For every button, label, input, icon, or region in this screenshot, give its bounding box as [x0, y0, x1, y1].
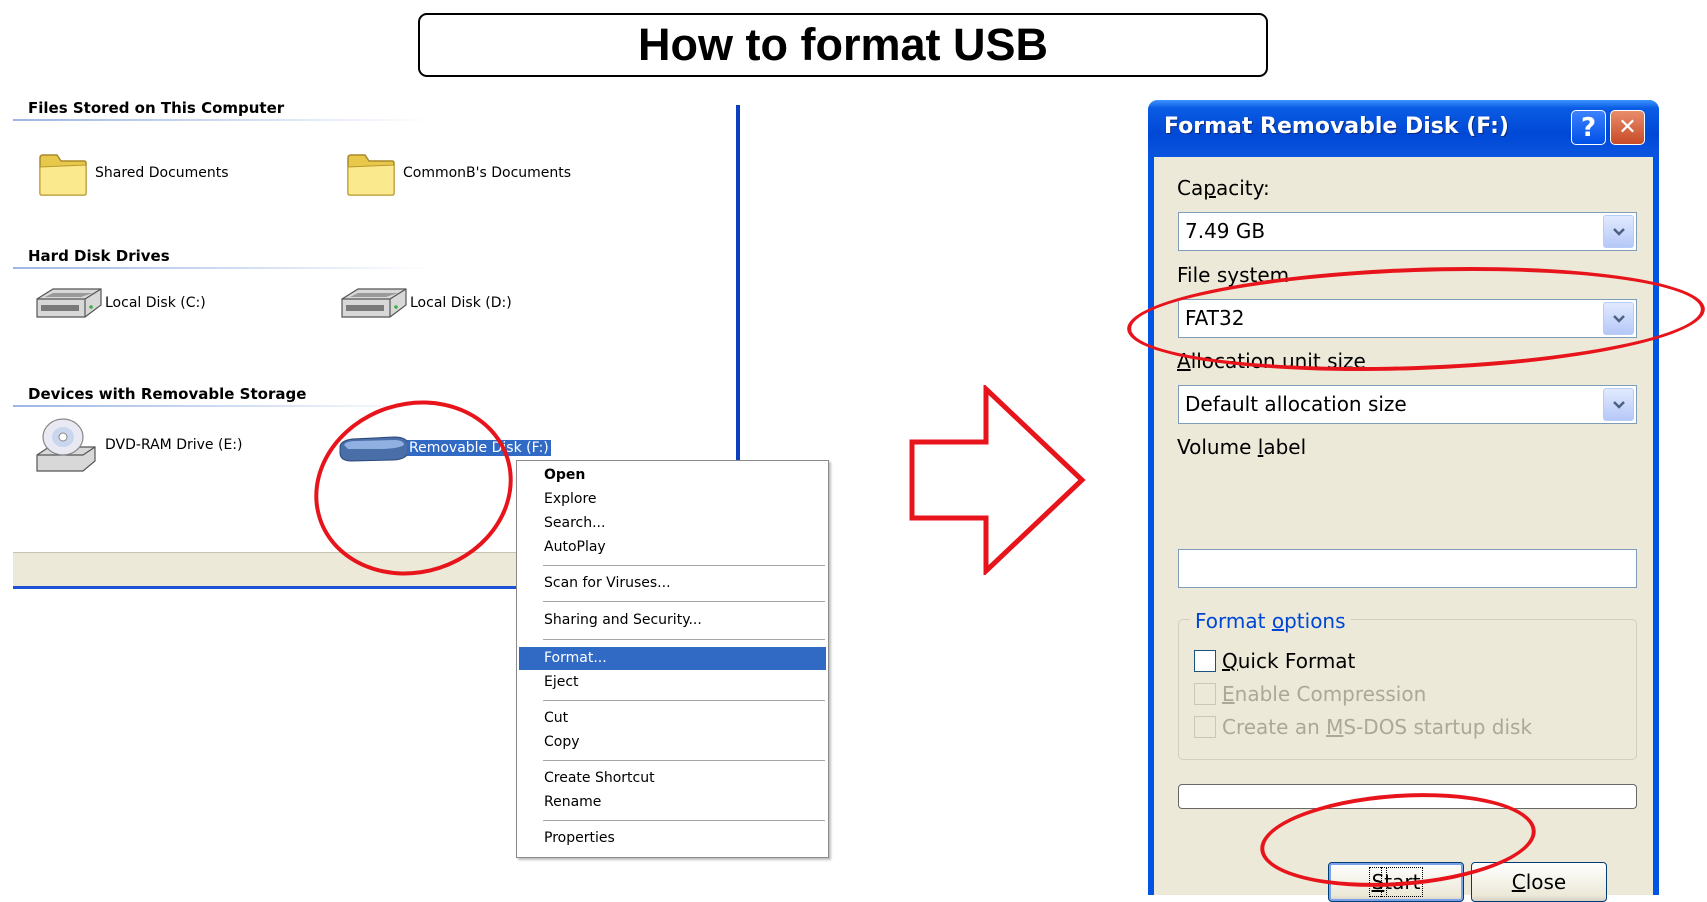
menu-item-sharing-security[interactable]: Sharing and Security... [519, 609, 826, 632]
close-icon: ✕ [1618, 115, 1637, 140]
dialog-title: Format Removable Disk (F:) [1164, 114, 1509, 139]
item-dvd-ram-drive[interactable]: DVD-RAM Drive (E:) [33, 417, 242, 473]
help-icon: ? [1580, 112, 1597, 143]
volume-label-label: Volume label [1177, 435, 1307, 459]
capacity-select[interactable]: 7.49 GB [1178, 212, 1637, 251]
folder-icon [39, 154, 87, 196]
folder-icon [347, 154, 395, 196]
menu-item-scan-for-viruses[interactable]: Scan for Viruses... [519, 572, 826, 595]
menu-item-autoplay[interactable]: AutoPlay [519, 536, 826, 559]
quick-format-checkbox[interactable]: Quick Format [1194, 649, 1355, 673]
item-label: Local Disk (D:) [410, 295, 512, 311]
item-label: Local Disk (C:) [105, 295, 206, 311]
item-local-disk-d[interactable]: Local Disk (D:) [338, 285, 512, 321]
item-commonb-documents[interactable]: CommonB's Documents [345, 149, 571, 197]
menu-item-explore[interactable]: Explore [519, 488, 826, 511]
format-dialog: Format Removable Disk (F:) ? ✕ Capacity:… [1148, 100, 1659, 902]
close-window-button[interactable]: ✕ [1610, 110, 1645, 145]
msdos-startup-checkbox: Create an MS-DOS startup disk [1194, 715, 1532, 739]
section-header-removable: Devices with Removable Storage [28, 385, 307, 403]
allocation-unit-select[interactable]: Default allocation size [1178, 385, 1637, 424]
section-header-hard-disks: Hard Disk Drives [28, 247, 170, 265]
chevron-down-icon[interactable] [1603, 388, 1634, 421]
menu-item-eject[interactable]: Eject [519, 671, 826, 694]
menu-item-search[interactable]: Search... [519, 512, 826, 535]
allocation-unit-value: Default allocation size [1185, 392, 1407, 416]
section-divider [13, 119, 433, 121]
item-label: CommonB's Documents [403, 165, 572, 181]
right-arrow-icon [909, 385, 1086, 575]
hard-disk-icon [341, 288, 407, 318]
item-label: DVD-RAM Drive (E:) [105, 437, 243, 453]
menu-item-rename[interactable]: Rename [519, 791, 826, 814]
capacity-value: 7.49 GB [1185, 219, 1266, 243]
item-label: Shared Documents [95, 165, 229, 181]
menu-separator [543, 565, 825, 566]
menu-separator [543, 639, 825, 640]
menu-item-open[interactable]: Open [519, 464, 826, 487]
menu-separator [543, 700, 825, 701]
checkbox-box[interactable] [1194, 650, 1216, 672]
checkbox-box [1194, 716, 1216, 738]
quick-format-label: Quick Format [1222, 649, 1356, 673]
menu-separator [543, 760, 825, 761]
capacity-label: Capacity: [1177, 176, 1270, 200]
section-divider [13, 267, 433, 269]
menu-item-properties[interactable]: Properties [519, 827, 826, 850]
menu-item-format[interactable]: Format... [519, 647, 826, 670]
close-button-label: Close [1511, 870, 1567, 894]
format-options-legend: Format options [1190, 609, 1351, 633]
page-title-banner: How to format USB [418, 13, 1268, 77]
enable-compression-checkbox: Enable Compression [1194, 682, 1426, 706]
context-menu: Open Explore Search... AutoPlay Scan for… [516, 460, 829, 858]
dvd-drive-icon [36, 418, 96, 472]
dialog-titlebar[interactable]: Format Removable Disk (F:) ? ✕ [1148, 100, 1659, 157]
menu-item-copy[interactable]: Copy [519, 731, 826, 754]
msdos-startup-label: Create an MS-DOS startup disk [1222, 715, 1533, 739]
item-shared-documents[interactable]: Shared Documents [37, 149, 229, 197]
section-divider [13, 405, 433, 407]
menu-separator [543, 820, 825, 821]
chevron-down-icon[interactable] [1603, 215, 1634, 248]
menu-item-create-shortcut[interactable]: Create Shortcut [519, 767, 826, 790]
help-button[interactable]: ? [1571, 110, 1606, 145]
menu-separator [543, 601, 825, 602]
section-header-files: Files Stored on This Computer [28, 99, 285, 117]
item-local-disk-c[interactable]: Local Disk (C:) [33, 285, 206, 321]
hard-disk-icon [36, 288, 102, 318]
volume-label-input[interactable] [1178, 549, 1637, 588]
page-title: How to format USB [638, 19, 1048, 70]
menu-item-cut[interactable]: Cut [519, 707, 826, 730]
checkbox-box [1194, 683, 1216, 705]
enable-compression-label: Enable Compression [1222, 682, 1427, 706]
